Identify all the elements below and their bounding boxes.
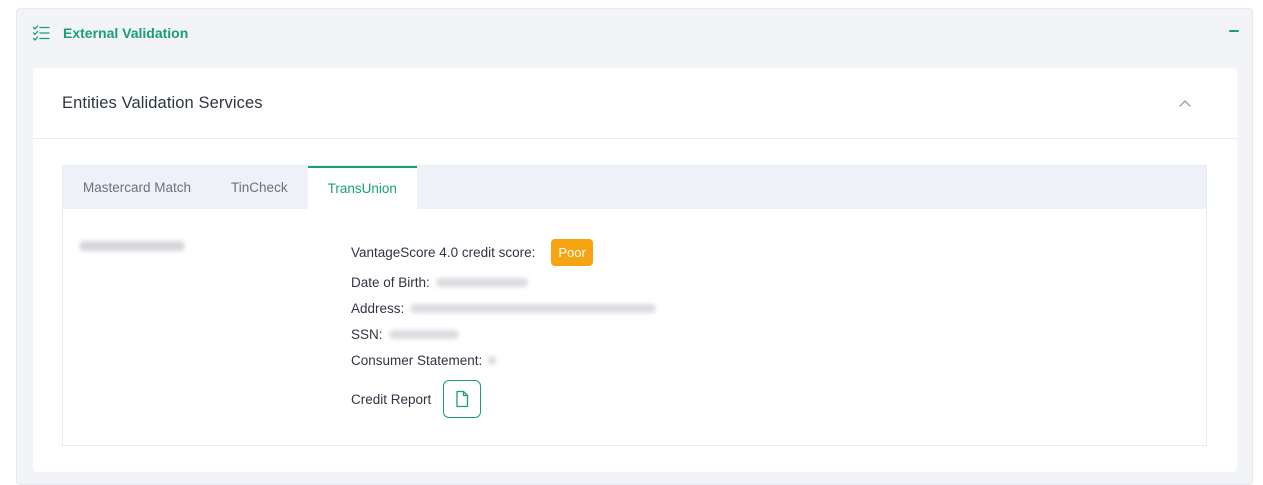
credit-report-label: Credit Report <box>351 391 432 407</box>
redacted-ssn-value <box>388 329 459 339</box>
credit-score-badge: Poor <box>551 238 593 266</box>
tab-bar: Mastercard Match TinCheck TransUnion <box>63 166 1206 209</box>
consumer-statement-label: Consumer Statement: <box>351 352 483 368</box>
credit-score-row: VantageScore 4.0 credit score: Poor <box>351 235 656 269</box>
checklist-icon <box>31 23 51 43</box>
redacted-entity-name <box>79 241 185 251</box>
consumer-statement-row: Consumer Statement: <box>351 347 656 373</box>
entities-validation-card: Entities Validation Services Mastercard … <box>33 68 1237 472</box>
chevron-up-icon[interactable] <box>1177 96 1193 110</box>
card-title: Entities Validation Services <box>62 93 263 112</box>
transunion-panel: VantageScore 4.0 credit score: Poor Date… <box>63 209 1206 446</box>
tab-transunion[interactable]: TransUnion <box>307 166 417 209</box>
tab-tincheck[interactable]: TinCheck <box>211 166 308 209</box>
section-title: External Validation <box>63 24 189 41</box>
card-header[interactable]: Entities Validation Services <box>33 68 1237 139</box>
credit-report-row: Credit Report <box>351 377 656 421</box>
ssn-row: SSN: <box>351 321 656 347</box>
redacted-statement-value <box>488 355 497 365</box>
address-label: Address: <box>351 300 405 316</box>
redacted-dob-value <box>435 277 528 287</box>
external-validation-header[interactable]: External Validation <box>17 9 1252 56</box>
credit-score-label: VantageScore 4.0 credit score: <box>351 244 536 260</box>
credit-report-button[interactable] <box>443 380 482 418</box>
collapse-section-button[interactable] <box>1226 23 1242 39</box>
ssn-label: SSN: <box>351 326 383 342</box>
minus-icon <box>1229 30 1239 32</box>
address-row: Address: <box>351 295 657 321</box>
validation-tabs: Mastercard Match TinCheck TransUnion Van… <box>62 165 1207 446</box>
dob-row: Date of Birth: <box>351 269 656 295</box>
tab-mastercard-match[interactable]: Mastercard Match <box>63 166 211 209</box>
transunion-details: VantageScore 4.0 credit score: Poor Date… <box>351 235 657 421</box>
redacted-address-value <box>410 303 657 313</box>
external-validation-panel: External Validation Entities Validation … <box>16 8 1253 485</box>
dob-label: Date of Birth: <box>351 274 430 290</box>
document-icon <box>456 390 469 408</box>
